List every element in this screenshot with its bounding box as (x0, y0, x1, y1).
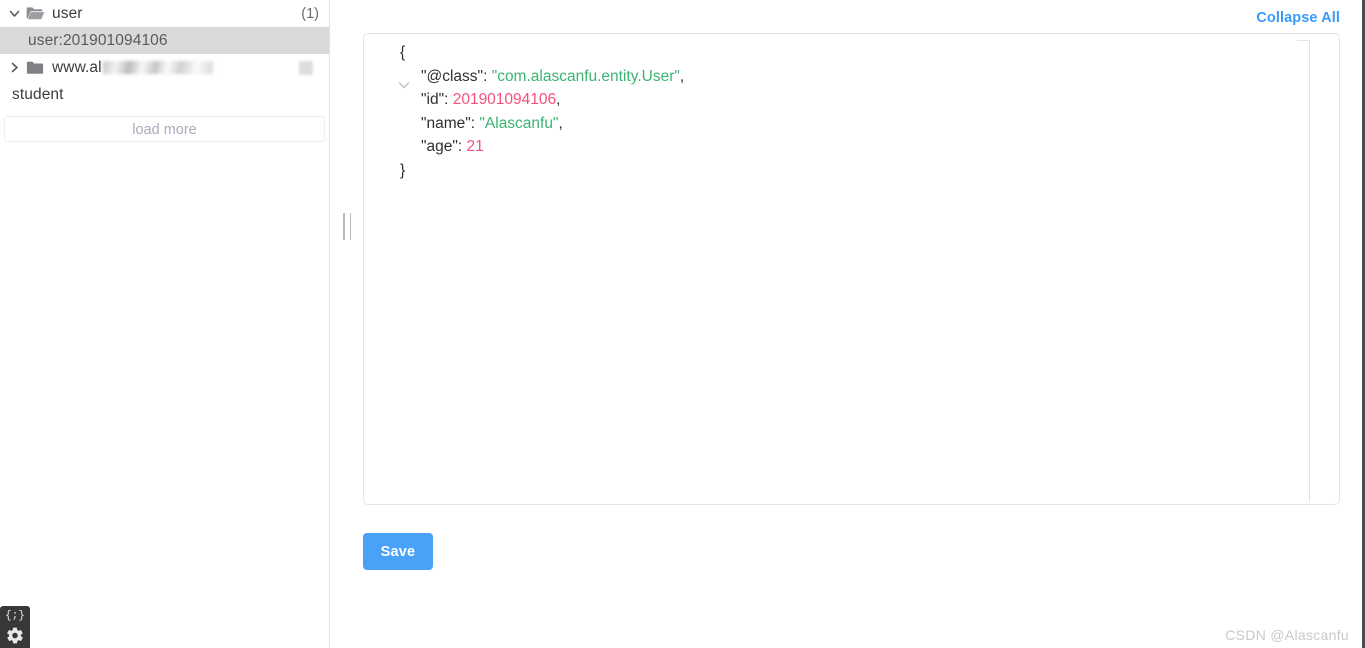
splitter-grip-bar (343, 213, 345, 240)
tree-row-label: user:201901094106 (28, 31, 168, 49)
redacted-row-icon (299, 60, 313, 75)
json-token-punc: , (558, 114, 563, 132)
key-tree: user (1) user:201901094106 www.al student (0, 0, 329, 108)
gear-icon[interactable] (6, 626, 25, 645)
json-token-punc: : (483, 67, 492, 85)
json-token-key: "name" (421, 114, 471, 132)
json-token-key: "@class" (421, 67, 484, 85)
json-token-key: "age" (421, 138, 458, 156)
json-token-punc: : (457, 138, 467, 156)
json-token-key: "id" (421, 91, 445, 109)
chevron-down-icon[interactable] (6, 6, 22, 22)
json-token-punc: : (444, 91, 453, 109)
splitter-grip-icon[interactable] (343, 213, 351, 240)
json-content: {"@class": "com.alascanfu.entity.User", "… (400, 41, 684, 183)
code-braces-icon: {;} (5, 610, 25, 622)
panel-splitter[interactable] (330, 0, 362, 648)
json-line: "id": 201901094106, (400, 88, 684, 112)
json-line: "age": 21 (400, 135, 684, 159)
json-token-punc: { (400, 44, 406, 61)
tree-row-label: user (52, 4, 83, 22)
tree-row[interactable]: user:201901094106 (0, 27, 329, 54)
value-editor-panel: Collapse All { "@class": "com.alascanfu.e… (362, 0, 1362, 648)
json-token-num: 21 (466, 138, 484, 156)
json-editor-box[interactable]: {"@class": "com.alascanfu.entity.User", "… (363, 33, 1340, 505)
save-button[interactable]: Save (363, 533, 433, 570)
json-line: "name": "Alascanfu", (400, 112, 684, 136)
load-more-button[interactable]: load more (4, 116, 325, 142)
editor-scrollbar-track[interactable] (1309, 40, 1310, 502)
splitter-grip-bar (349, 213, 351, 240)
key-tree-sidebar: user (1) user:201901094106 www.al student lo… (0, 0, 330, 648)
json-token-num: 201901094106 (452, 91, 557, 109)
app-root: user (1) user:201901094106 www.al student lo… (0, 0, 1365, 648)
json-line: "@class": "com.alascanfu.entity.User", (400, 65, 684, 89)
json-token-punc: , (556, 91, 561, 109)
folder-open-icon (26, 6, 46, 22)
chevron-right-icon[interactable] (6, 60, 22, 76)
tree-row-count: (1) (301, 5, 319, 22)
tree-row[interactable]: www.al (0, 54, 329, 81)
collapse-all-link[interactable]: Collapse All (1256, 10, 1340, 26)
redacted-text-blur (102, 61, 213, 74)
json-token-punc: } (400, 161, 406, 179)
json-token-str: "com.alascanfu.entity.User" (491, 67, 680, 85)
tree-row-label: student (12, 85, 64, 103)
tree-row[interactable]: student (0, 81, 329, 108)
json-line: { (400, 41, 684, 65)
tree-row[interactable]: user (1) (0, 0, 329, 27)
json-line: } (400, 159, 684, 183)
json-token-str: "Alascanfu" (479, 114, 559, 132)
json-token-punc: , (679, 67, 685, 85)
folder-closed-icon (26, 60, 46, 76)
tree-row-label: www.al (52, 58, 102, 76)
watermark-text: CSDN @Alascanfu (1225, 627, 1349, 643)
dev-tools-widget[interactable]: {;} (0, 606, 30, 648)
